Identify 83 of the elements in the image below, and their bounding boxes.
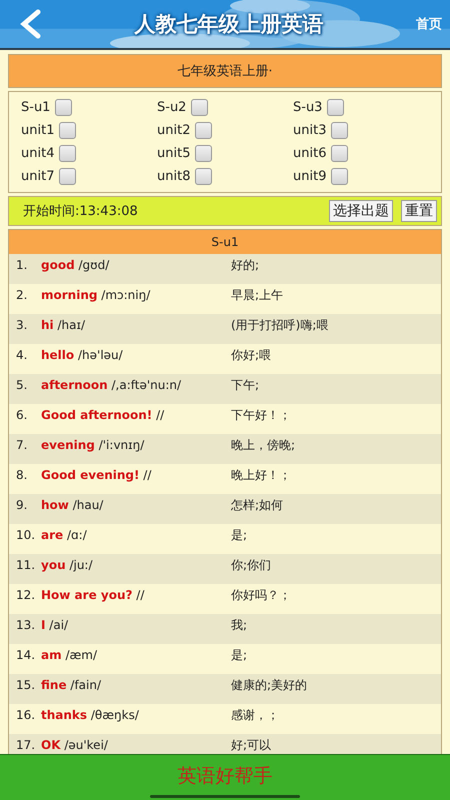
word-meaning: 健康的;美好的 bbox=[231, 678, 308, 692]
word-meaning: 是; bbox=[231, 648, 248, 662]
word-entry: hello /hə'ləu/ bbox=[41, 348, 124, 362]
checkbox[interactable] bbox=[195, 122, 212, 139]
word-meaning: 好的; bbox=[231, 258, 260, 272]
checkbox[interactable] bbox=[59, 168, 76, 185]
row-number: 7. bbox=[15, 438, 28, 452]
checkbox[interactable] bbox=[59, 122, 76, 139]
row-number: 6. bbox=[15, 408, 28, 422]
unit-label: unit8 bbox=[157, 169, 190, 184]
word-meaning: 下午好！； bbox=[231, 408, 292, 422]
word-entry: thanks /θæŋks/ bbox=[41, 708, 140, 722]
checkbox[interactable] bbox=[331, 168, 348, 185]
unit-label: unit9 bbox=[293, 169, 326, 184]
word-entry: good /gʊd/ bbox=[41, 258, 110, 272]
checkbox[interactable] bbox=[191, 99, 208, 116]
list-title: S-u1 bbox=[9, 230, 441, 254]
word-meaning: 你好吗？； bbox=[231, 588, 292, 602]
unit-label: unit1 bbox=[21, 123, 54, 138]
action-button[interactable]: 选择出题 bbox=[329, 200, 393, 222]
checkbox[interactable] bbox=[195, 168, 212, 185]
home-link[interactable]: 首页 bbox=[416, 15, 442, 33]
word-meaning: 你好;喂 bbox=[231, 348, 272, 362]
word-meaning: 你;你们 bbox=[231, 558, 272, 572]
footer-title: 英语好帮手 bbox=[178, 764, 272, 788]
word-entry: am /æm/ bbox=[41, 648, 98, 662]
back-icon[interactable] bbox=[18, 9, 42, 39]
word-entry: afternoon /,a:ftə'nu:n/ bbox=[41, 378, 182, 392]
checkbox[interactable] bbox=[59, 145, 76, 162]
row-number: 4. bbox=[15, 348, 28, 362]
word-meaning: (用于打招呼)嗨;喂 bbox=[231, 318, 330, 332]
unit-label: unit5 bbox=[157, 146, 190, 161]
unit-label: S-u1 bbox=[21, 100, 50, 115]
row-number: 2. bbox=[15, 288, 28, 302]
row-number: 14. bbox=[15, 648, 36, 662]
row-number: 5. bbox=[15, 378, 28, 392]
book-title: 七年级英语上册· bbox=[8, 54, 442, 88]
word-entry: hi /haɪ/ bbox=[41, 318, 86, 332]
word-entry: Good afternoon! // bbox=[41, 408, 166, 422]
word-meaning: 早晨;上午 bbox=[231, 288, 284, 302]
word-entry: Good evening! // bbox=[41, 468, 152, 482]
word-entry: you /ju:/ bbox=[41, 558, 94, 572]
row-number: 9. bbox=[15, 498, 28, 512]
row-number: 8. bbox=[15, 468, 28, 482]
word-meaning: 晚上好！； bbox=[231, 468, 292, 482]
word-entry: are /ɑ:/ bbox=[41, 528, 88, 542]
word-meaning: 晚上，傍晚; bbox=[231, 438, 296, 452]
unit-label: unit4 bbox=[21, 146, 54, 161]
row-number: 1. bbox=[15, 258, 28, 272]
checkbox[interactable] bbox=[331, 122, 348, 139]
word-meaning: 下午; bbox=[231, 378, 260, 392]
checkbox[interactable] bbox=[55, 99, 72, 116]
checkbox[interactable] bbox=[327, 99, 344, 116]
word-meaning: 好;可以 bbox=[231, 738, 272, 752]
unit-label: unit3 bbox=[293, 123, 326, 138]
row-number: 16. bbox=[15, 708, 36, 722]
word-entry: evening /'i:vnɪŋ/ bbox=[41, 438, 146, 452]
unit-label: S-u2 bbox=[157, 100, 186, 115]
unit-label: unit7 bbox=[21, 169, 54, 184]
word-meaning: 感谢，； bbox=[231, 708, 280, 722]
word-meaning: 我; bbox=[231, 618, 248, 632]
checkbox[interactable] bbox=[331, 145, 348, 162]
row-number: 10. bbox=[15, 528, 36, 542]
action-button[interactable]: 重置 bbox=[401, 200, 437, 222]
word-entry: how /hau/ bbox=[41, 498, 104, 512]
word-meaning: 怎样;如何 bbox=[231, 498, 284, 512]
word-entry: morning /mɔ:niŋ/ bbox=[41, 288, 152, 302]
row-number: 11. bbox=[15, 558, 36, 572]
unit-label: unit2 bbox=[157, 123, 190, 138]
checkbox[interactable] bbox=[195, 145, 212, 162]
unit-label: unit6 bbox=[293, 146, 326, 161]
word-meaning: 是; bbox=[231, 528, 248, 542]
word-entry: How are you? // bbox=[41, 588, 146, 602]
row-number: 15. bbox=[15, 678, 36, 692]
word-entry: fine /fain/ bbox=[41, 678, 102, 692]
row-number: 17. bbox=[15, 738, 36, 752]
word-entry: OK /əu'kei/ bbox=[41, 738, 109, 752]
unit-label: S-u3 bbox=[293, 100, 322, 115]
row-number: 13. bbox=[15, 618, 36, 632]
word-entry: I /ai/ bbox=[41, 618, 70, 632]
row-number: 12. bbox=[15, 588, 36, 602]
start-time: 开始时间:13:43:08 bbox=[23, 203, 139, 220]
row-number: 3. bbox=[15, 318, 28, 332]
